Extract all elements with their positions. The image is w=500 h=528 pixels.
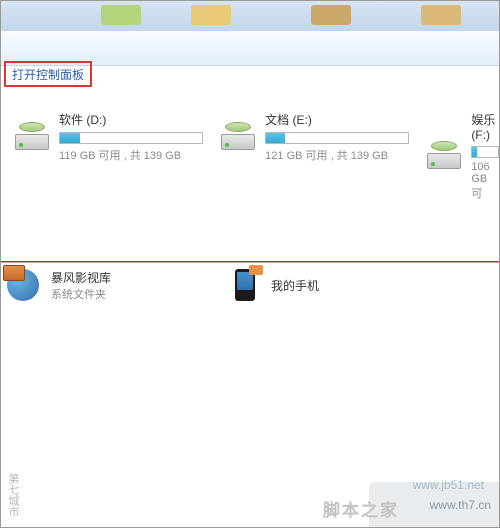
item-sublabel: 系统文件夹 — [51, 286, 111, 302]
highlight-annotation: 打开控制面板 — [4, 61, 92, 87]
drive-free-text: 119 GB 可用 , 共 139 GB — [59, 147, 203, 163]
item-my-phone[interactable]: 我的手机 — [227, 267, 427, 303]
drive-label: 娱乐 (F:) — [471, 111, 499, 142]
drive-usage-bar — [59, 132, 203, 144]
other-items-section: 暴风影视库 系统文件夹 我的手机 — [7, 267, 499, 303]
phone-icon — [227, 267, 263, 303]
drive-free-text: 121 GB 可用 , 共 139 GB — [265, 147, 409, 163]
item-label: 暴风影视库 — [51, 269, 111, 286]
watermark-text: 脚本之家 — [323, 496, 399, 521]
window-titlebar — [1, 1, 499, 31]
hard-drive-icon — [427, 143, 461, 169]
watermark-text: 第七城市 — [5, 473, 21, 517]
globe-folder-icon — [7, 267, 43, 303]
watermark-text: www.th7.cn — [430, 498, 491, 512]
drive-label: 软件 (D:) — [59, 111, 203, 128]
drive-usage-bar — [471, 146, 499, 158]
drive-usage-bar — [265, 132, 409, 144]
drive-label: 文档 (E:) — [265, 111, 409, 128]
item-label: 我的手机 — [271, 277, 319, 294]
drive-free-text: 106 GB 可 — [471, 161, 499, 201]
hard-drive-icon — [15, 124, 49, 150]
watermark-text: www.jb51.net — [413, 478, 484, 492]
drive-d[interactable]: 软件 (D:) 119 GB 可用 , 共 139 GB — [15, 111, 203, 201]
item-baofeng[interactable]: 暴风影视库 系统文件夹 — [7, 267, 207, 303]
section-divider — [1, 262, 499, 263]
hard-drive-icon — [221, 124, 255, 150]
titlebar-accent — [311, 5, 351, 25]
titlebar-accent — [421, 5, 461, 25]
drives-section: 软件 (D:) 119 GB 可用 , 共 139 GB 文档 (E:) 121… — [1, 111, 499, 201]
drive-f[interactable]: 娱乐 (F:) 106 GB 可 — [427, 111, 499, 201]
open-control-panel-link[interactable]: 打开控制面板 — [12, 68, 84, 82]
drive-e[interactable]: 文档 (E:) 121 GB 可用 , 共 139 GB — [221, 111, 409, 201]
